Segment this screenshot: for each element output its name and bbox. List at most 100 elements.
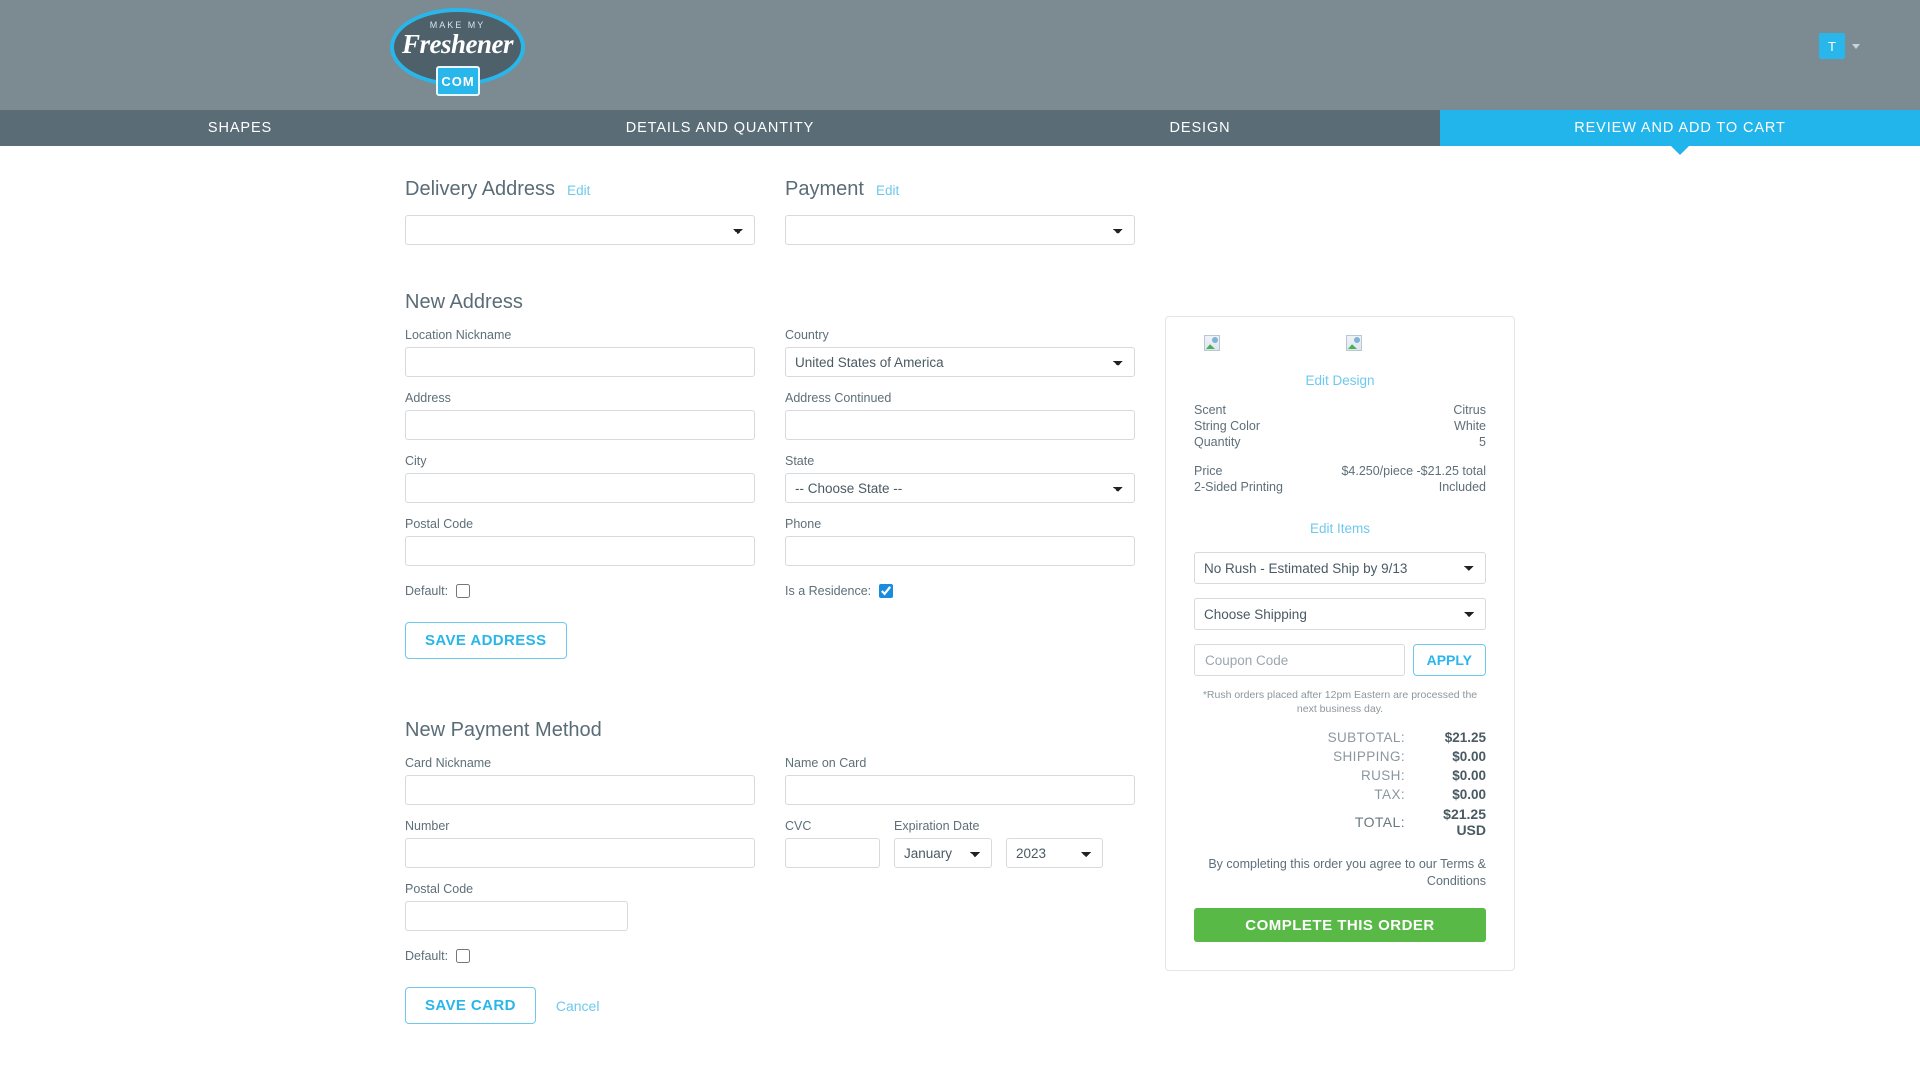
table-row: Price $4.250/piece -$21.25 total xyxy=(1194,463,1486,479)
payment-block: Payment Edit xyxy=(785,178,1135,245)
total-value: $21.25 USD xyxy=(1443,806,1486,839)
address-continued-label: Address Continued xyxy=(785,391,892,405)
attr-key: String Color xyxy=(1194,419,1260,433)
tab-shapes[interactable]: SHAPES xyxy=(0,110,480,146)
city-input[interactable] xyxy=(405,473,755,503)
table-row: String Color White xyxy=(1194,418,1486,434)
cancel-card-link[interactable]: Cancel xyxy=(556,998,600,1014)
account-menu[interactable]: T xyxy=(1819,33,1860,59)
payment-method-select[interactable] xyxy=(785,215,1135,245)
tab-review-and-add-to-cart[interactable]: REVIEW AND ADD TO CART xyxy=(1440,110,1920,155)
new-address-left-col: Location Nickname Address City Postal Co… xyxy=(405,314,755,659)
tab-design-label: DESIGN xyxy=(1169,120,1231,136)
new-address-right-col: Country United States of America Address… xyxy=(785,314,1135,659)
save-address-button[interactable]: SAVE ADDRESS xyxy=(405,622,567,659)
steps-nav: SHAPES DETAILS AND QUANTITY DESIGN REVIE… xyxy=(0,110,1920,155)
attr-value: White xyxy=(1454,419,1486,433)
country-label: Country xyxy=(785,328,829,342)
card-default-checkbox[interactable] xyxy=(456,949,471,963)
subtotal-key: SUBTOTAL: xyxy=(1327,730,1405,746)
state-select[interactable]: -- Choose State -- xyxy=(785,473,1135,503)
printing-value: Included xyxy=(1438,480,1486,494)
cvc-label: CVC xyxy=(785,819,812,833)
payment-edit-link[interactable]: Edit xyxy=(876,183,899,198)
location-nickname-label: Location Nickname xyxy=(405,328,512,342)
country-select[interactable]: United States of America xyxy=(785,347,1135,377)
cvc-expiration-row: CVC Expiration Date January 2023 xyxy=(785,805,1135,868)
delivery-address-title: Delivery Address xyxy=(405,178,556,200)
brand-logo[interactable]: MAKE MY Freshener COM xyxy=(390,8,525,101)
shipping-key: SHIPPING: xyxy=(1333,749,1405,765)
table-row: TOTAL: $21.25 USD xyxy=(1194,804,1486,840)
tab-details-and-quantity[interactable]: DETAILS AND QUANTITY xyxy=(480,110,960,146)
card-postal-code-input[interactable] xyxy=(405,901,628,931)
logo-wordmark: Freshener xyxy=(401,29,514,59)
cvc-group: CVC xyxy=(785,805,880,868)
save-card-button[interactable]: SAVE CARD xyxy=(405,987,536,1024)
edit-design-link[interactable]: Edit Design xyxy=(1194,373,1486,388)
new-payment-title: New Payment Method xyxy=(405,719,602,741)
totals-table: SUBTOTAL: $21.25 SHIPPING: $0.00 RUSH: $… xyxy=(1194,728,1486,840)
saved-selectors-row: Delivery Address Edit Payment Edit xyxy=(405,178,1135,245)
address-default-checkbox[interactable] xyxy=(456,584,471,598)
is-residence-label: Is a Residence: xyxy=(785,584,872,598)
design-back-thumbnail-icon xyxy=(1346,335,1362,351)
payment-title: Payment xyxy=(785,178,864,200)
coupon-code-input[interactable] xyxy=(1194,644,1405,676)
is-residence-row: Is a Residence: xyxy=(785,584,1135,598)
avatar[interactable]: T xyxy=(1819,33,1845,59)
order-summary-card: Edit Design Scent Citrus String Color Wh… xyxy=(1165,316,1515,972)
delivery-address-select[interactable] xyxy=(405,215,755,245)
tab-design[interactable]: DESIGN xyxy=(960,110,1440,146)
table-row: Scent Citrus xyxy=(1194,402,1486,418)
logo-com-tag: COM xyxy=(436,66,480,96)
chevron-down-icon[interactable] xyxy=(1852,43,1860,49)
delivery-address-edit-link[interactable]: Edit xyxy=(567,183,590,198)
attr-key: Scent xyxy=(1194,403,1226,417)
apply-coupon-button[interactable]: APPLY xyxy=(1412,644,1486,676)
price-key: Price xyxy=(1194,464,1223,478)
name-on-card-label: Name on Card xyxy=(785,756,867,770)
city-label: City xyxy=(405,454,427,468)
state-label: State xyxy=(785,454,815,468)
tax-key: TAX: xyxy=(1374,787,1405,803)
expiration-year-select[interactable]: 2023 xyxy=(1006,838,1103,868)
card-number-input[interactable] xyxy=(405,838,755,868)
rush-value: $0.00 xyxy=(1452,768,1486,784)
name-on-card-input[interactable] xyxy=(785,775,1135,805)
checkout-forms: Delivery Address Edit Payment Edit New A… xyxy=(405,178,1135,1024)
address-label: Address xyxy=(405,391,451,405)
attr-value: Citrus xyxy=(1453,403,1486,417)
table-row: RUSH: $0.00 xyxy=(1194,766,1486,785)
card-default-label: Default: xyxy=(405,949,449,963)
expiration-group: Expiration Date January 2023 xyxy=(894,805,1135,868)
rush-option-select[interactable]: No Rush - Estimated Ship by 9/13 xyxy=(1194,552,1486,584)
delivery-address-block: Delivery Address Edit xyxy=(405,178,755,245)
delivery-address-header: Delivery Address Edit xyxy=(405,178,755,201)
save-address-row: SAVE ADDRESS xyxy=(405,598,755,659)
address-continued-input[interactable] xyxy=(785,410,1135,440)
new-payment-form: Card Nickname Number Postal Code Default… xyxy=(405,742,1135,1024)
table-row: SUBTOTAL: $21.25 xyxy=(1194,728,1486,747)
complete-order-button[interactable]: COMPLETE THIS ORDER xyxy=(1194,908,1486,943)
subtotal-value: $21.25 xyxy=(1444,730,1486,746)
page-content: Delivery Address Edit Payment Edit New A… xyxy=(0,146,1920,1024)
address-default-row: Default: xyxy=(405,584,755,598)
shipping-method-select[interactable]: Choose Shipping xyxy=(1194,598,1486,630)
postal-code-input[interactable] xyxy=(405,536,755,566)
location-nickname-input[interactable] xyxy=(405,347,755,377)
card-nickname-input[interactable] xyxy=(405,775,755,805)
expiration-month-select[interactable]: January xyxy=(894,838,992,868)
edit-items-link[interactable]: Edit Items xyxy=(1194,521,1486,536)
coupon-row: APPLY xyxy=(1194,644,1486,676)
printing-key: 2-Sided Printing xyxy=(1194,480,1283,494)
expiration-selects: January 2023 xyxy=(894,838,1135,868)
rush-disclaimer-text: *Rush orders placed after 12pm Eastern a… xyxy=(1202,689,1478,716)
card-default-row: Default: xyxy=(405,949,755,963)
cvc-input[interactable] xyxy=(785,838,880,868)
is-residence-checkbox[interactable] xyxy=(879,584,894,598)
table-row: SHIPPING: $0.00 xyxy=(1194,747,1486,766)
total-key: TOTAL: xyxy=(1354,814,1405,831)
phone-input[interactable] xyxy=(785,536,1135,566)
address-input[interactable] xyxy=(405,410,755,440)
